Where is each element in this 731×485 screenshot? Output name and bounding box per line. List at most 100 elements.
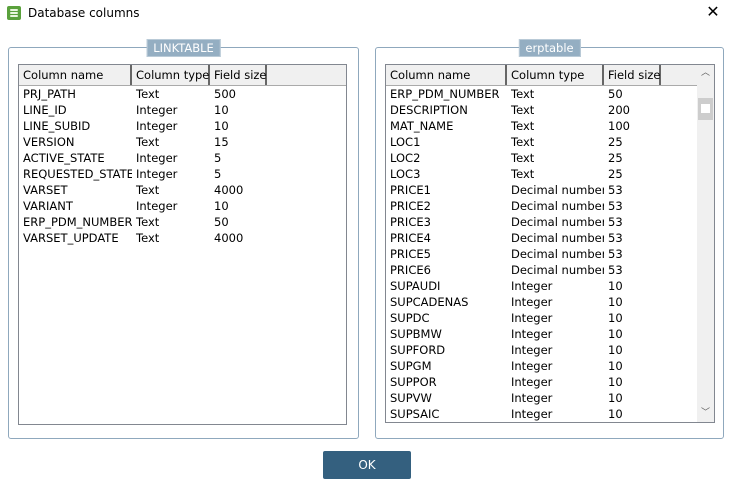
column-type-cell: Integer [136, 151, 178, 165]
table-row[interactable]: LOC1 Text 25 [386, 134, 714, 150]
field-size-cell: 10 [608, 327, 623, 341]
table-row[interactable]: SUPCADENAS Integer 10 [386, 294, 714, 310]
field-size-cell: 10 [608, 375, 623, 389]
field-size-cell: 10 [608, 359, 623, 373]
table-row[interactable]: SUPBMW Integer 10 [386, 326, 714, 342]
column-type-cell: Integer [136, 199, 178, 213]
field-size-cell: 10 [214, 103, 229, 117]
table-row[interactable]: ACTIVE_STATE Integer 5 [19, 150, 346, 166]
linktable-list[interactable]: Column name Column type Field size PRJ_P… [18, 64, 347, 425]
chevron-up-icon[interactable]: ︿ [697, 65, 714, 82]
column-header[interactable]: Column name [386, 65, 507, 85]
table-row[interactable]: PRICE6 Decimal number 53 [386, 262, 714, 278]
field-size-cell: 10 [214, 119, 229, 133]
field-size-cell: 53 [608, 199, 623, 213]
column-type-cell: Text [136, 215, 160, 229]
column-type-cell: Integer [136, 103, 178, 117]
vertical-scrollbar[interactable]: ︿ ﹀ [697, 65, 714, 422]
column-type-cell: Decimal number [511, 263, 604, 277]
column-name-cell: PRICE3 [390, 215, 431, 229]
column-type-cell: Integer [511, 407, 553, 421]
title-bar: Database columns ✕ [0, 0, 731, 28]
column-name-cell: VARIANT [23, 199, 73, 213]
field-size-cell: 4000 [214, 231, 244, 245]
column-name-cell: MAT_NAME [390, 119, 454, 133]
column-type-cell: Text [136, 183, 160, 197]
group-legend: LINKTABLE [146, 39, 221, 57]
table-row[interactable]: LINE_ID Integer 10 [19, 102, 346, 118]
column-name-cell: SUPDC [390, 311, 430, 325]
column-type-cell: Text [511, 103, 535, 117]
table-row[interactable]: VARSET Text 4000 [19, 182, 346, 198]
close-icon[interactable]: ✕ [703, 2, 723, 21]
table-header: Column name Column type Field size [19, 65, 346, 86]
column-name-cell: VARSET_UPDATE [23, 231, 119, 245]
table-row[interactable]: VARIANT Integer 10 [19, 198, 346, 214]
field-size-cell: 10 [608, 407, 623, 421]
table-row[interactable]: SUPDC Integer 10 [386, 310, 714, 326]
column-name-cell: PRICE5 [390, 247, 431, 261]
table-header: Column name Column type Field size [386, 65, 714, 86]
column-name-cell: SUPSAIC [390, 407, 440, 421]
column-name-cell: ACTIVE_STATE [23, 151, 105, 165]
table-row[interactable]: PRJ_PATH Text 500 [19, 86, 346, 102]
column-name-cell: VERSION [23, 135, 75, 149]
field-size-cell: 5 [214, 151, 222, 165]
column-type-cell: Integer [511, 279, 553, 293]
column-type-cell: Decimal number [511, 247, 604, 261]
scrollbar-thumb[interactable] [698, 98, 713, 120]
table-row[interactable]: ERP_PDM_NUMBER Text 50 [19, 214, 346, 230]
column-type-cell: Text [511, 151, 535, 165]
table-row[interactable]: PRICE4 Decimal number 53 [386, 230, 714, 246]
field-size-cell: 10 [608, 279, 623, 293]
table-row[interactable]: VERSION Text 15 [19, 134, 346, 150]
database-icon [7, 6, 21, 20]
column-type-cell: Integer [511, 327, 553, 341]
ok-button[interactable]: OK [323, 451, 411, 479]
table-row[interactable]: PRICE5 Decimal number 53 [386, 246, 714, 262]
table-row[interactable]: LOC2 Text 25 [386, 150, 714, 166]
table-row[interactable]: LOC3 Text 25 [386, 166, 714, 182]
column-name-cell: SUPFORD [390, 343, 446, 357]
field-size-cell: 53 [608, 247, 623, 261]
table-row[interactable]: SUPVW Integer 10 [386, 390, 714, 406]
column-name-cell: SUPBMW [390, 327, 442, 341]
column-type-cell: Integer [136, 167, 178, 181]
column-header[interactable]: Field size [210, 65, 267, 85]
table-row[interactable]: PRICE1 Decimal number 53 [386, 182, 714, 198]
window-title: Database columns [28, 6, 140, 20]
column-name-cell: LOC2 [390, 151, 421, 165]
table-row[interactable]: DESCRIPTION Text 200 [386, 102, 714, 118]
chevron-down-icon[interactable]: ﹀ [697, 405, 714, 422]
column-header[interactable]: Column type [507, 65, 604, 85]
column-type-cell: Integer [511, 295, 553, 309]
table-row[interactable]: REQUESTED_STATE Integer 5 [19, 166, 346, 182]
table-row[interactable]: VARSET_UPDATE Text 4000 [19, 230, 346, 246]
table-row[interactable]: PRICE3 Decimal number 53 [386, 214, 714, 230]
column-name-cell: REQUESTED_STATE [23, 167, 132, 181]
field-size-cell: 4000 [214, 183, 244, 197]
table-row[interactable]: SUPFORD Integer 10 [386, 342, 714, 358]
column-type-cell: Text [511, 87, 535, 101]
field-size-cell: 53 [608, 183, 623, 197]
table-row[interactable]: SUPAUDI Integer 10 [386, 278, 714, 294]
table-row[interactable]: ERP_PDM_NUMBER Text 50 [386, 86, 714, 102]
erptable-list[interactable]: Column name Column type Field size ERP_P… [385, 64, 715, 423]
column-header[interactable]: Column type [132, 65, 210, 85]
column-header[interactable]: Column name [19, 65, 132, 85]
column-name-cell: DESCRIPTION [390, 103, 468, 117]
column-name-cell: VARSET [23, 183, 68, 197]
column-name-cell: PRICE2 [390, 199, 431, 213]
table-row[interactable]: SUPGM Integer 10 [386, 358, 714, 374]
table-row[interactable]: PRICE2 Decimal number 53 [386, 198, 714, 214]
linktable-group: LINKTABLE Column name Column type Field … [8, 39, 359, 439]
table-row[interactable]: SUPSAIC Integer 10 [386, 406, 714, 422]
table-row[interactable]: SUPPOR Integer 10 [386, 374, 714, 390]
table-row[interactable]: LINE_SUBID Integer 10 [19, 118, 346, 134]
column-header[interactable]: Field size [604, 65, 661, 85]
table-row[interactable]: MAT_NAME Text 100 [386, 118, 714, 134]
field-size-cell: 10 [608, 295, 623, 309]
column-name-cell: LOC1 [390, 135, 421, 149]
column-type-cell: Decimal number [511, 199, 604, 213]
column-type-cell: Text [136, 231, 160, 245]
